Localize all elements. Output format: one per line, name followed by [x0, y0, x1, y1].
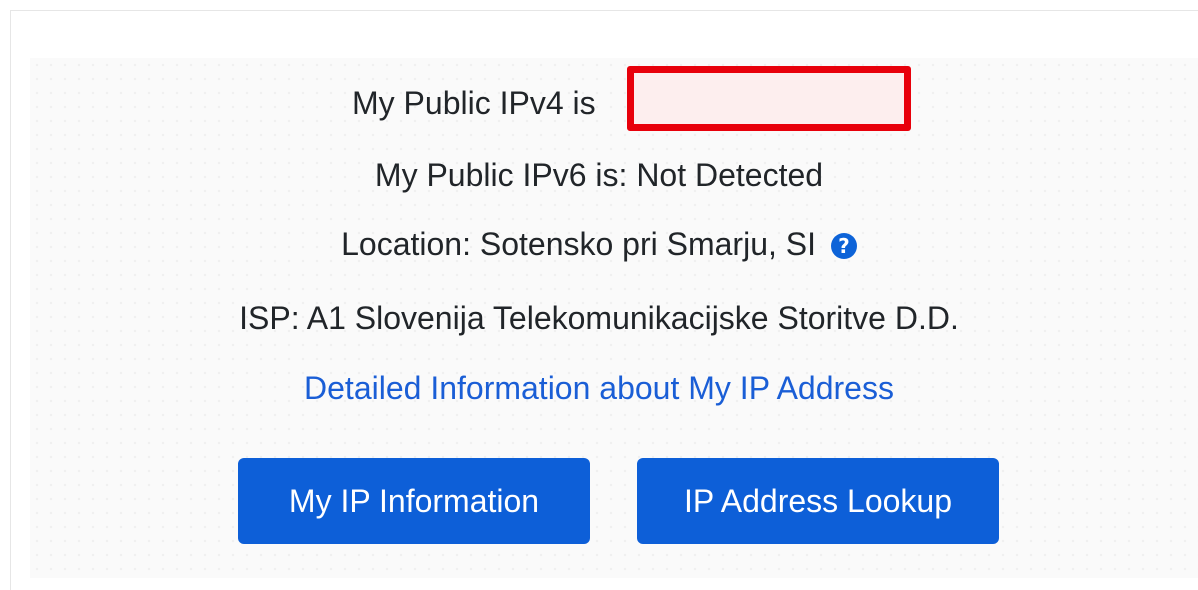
- my-ip-information-button[interactable]: My IP Information: [238, 458, 590, 544]
- location-text: Location: Sotensko pri Smarju, SI: [341, 226, 816, 262]
- location-row: Location: Sotensko pri Smarju, SI ?: [0, 224, 1198, 264]
- ipv4-label: My Public IPv4 is: [352, 85, 596, 121]
- ipv6-text: My Public IPv6 is: Not Detected: [374, 157, 824, 193]
- isp-text: ISP: A1 Slovenija Telekomunikacijske Sto…: [239, 300, 959, 336]
- ipv4-redaction-box: [627, 66, 911, 131]
- detail-link-row: Detailed Information about My IP Address: [0, 368, 1198, 408]
- ip-address-lookup-button[interactable]: IP Address Lookup: [637, 458, 999, 544]
- detailed-info-link[interactable]: Detailed Information about My IP Address: [304, 370, 894, 406]
- question-circle-icon[interactable]: ?: [830, 233, 857, 259]
